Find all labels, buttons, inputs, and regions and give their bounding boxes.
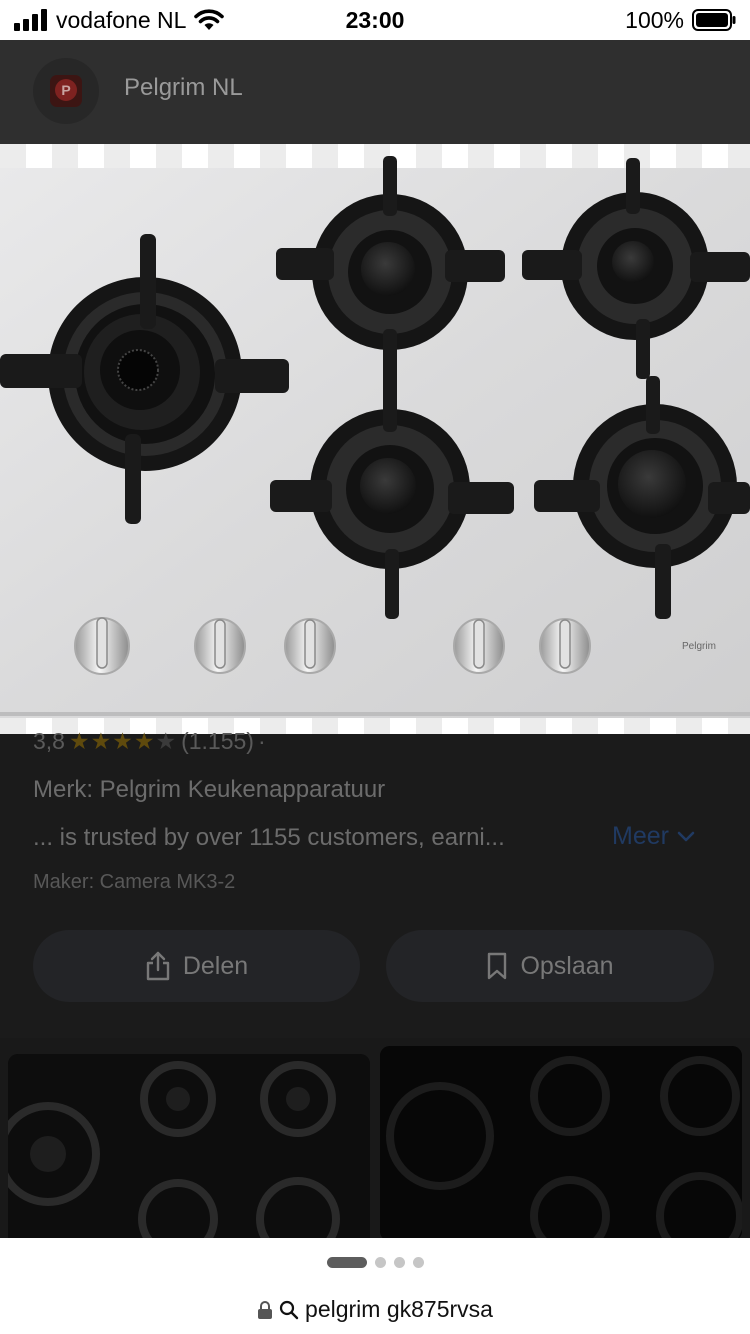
more-button[interactable]: Meer bbox=[612, 822, 695, 851]
star-rating-icon: ★★★★★ bbox=[69, 728, 177, 755]
favicon-tile: P bbox=[50, 75, 82, 107]
address-bar[interactable]: pelgrim gk875rvsa bbox=[0, 1296, 750, 1323]
page-dot[interactable] bbox=[412, 1257, 424, 1268]
description-snippet: ... is trusted by over 1155 customers, e… bbox=[33, 824, 505, 851]
save-label: Opslaan bbox=[520, 951, 614, 980]
gas-hob-photo: Pelgrim bbox=[0, 144, 750, 734]
share-icon bbox=[146, 951, 170, 981]
site-name[interactable]: Pelgrim NL bbox=[124, 74, 243, 102]
more-label: Meer bbox=[612, 822, 669, 850]
rating-row: 3,8 ★★★★★ (1.155) · bbox=[33, 728, 266, 755]
search-icon bbox=[279, 1300, 299, 1319]
related-hob-photo-2 bbox=[380, 1046, 742, 1241]
source-header: P Pelgrim NL bbox=[0, 40, 750, 144]
related-images bbox=[0, 1038, 750, 1249]
favicon-letter: P bbox=[55, 79, 77, 101]
share-button[interactable]: Delen bbox=[33, 930, 360, 1002]
maker-line: Maker: Camera MK3-2 bbox=[33, 871, 236, 893]
page-indicator bbox=[0, 1257, 750, 1268]
stars-empty: ★ bbox=[155, 728, 178, 754]
page-dot[interactable] bbox=[374, 1257, 386, 1268]
related-image-1[interactable] bbox=[8, 1054, 370, 1249]
related-hob-photo-1 bbox=[8, 1054, 370, 1249]
browser-bottom-bar: pelgrim gk875rvsa bbox=[0, 1238, 750, 1334]
rating-value: 3,8 bbox=[33, 728, 65, 754]
share-label: Delen bbox=[182, 951, 249, 980]
status-right: 100% bbox=[625, 6, 736, 34]
lock-icon bbox=[258, 1300, 273, 1319]
bookmark-icon bbox=[488, 952, 507, 980]
rating-count: (1.155) bbox=[181, 728, 254, 754]
battery-percent: 100% bbox=[625, 6, 684, 33]
stars-full: ★★★★ bbox=[68, 728, 156, 754]
page-dot-active[interactable] bbox=[326, 1257, 367, 1268]
related-image-2[interactable] bbox=[380, 1046, 742, 1241]
brand-mark: Pelgrim bbox=[682, 641, 716, 652]
brand-line: Merk: Pelgrim Keukenapparatuur bbox=[33, 776, 386, 803]
chevron-down-icon bbox=[677, 831, 695, 841]
rating-separator: · bbox=[257, 728, 266, 754]
site-favicon[interactable]: P bbox=[33, 58, 99, 124]
url-text: pelgrim gk875rvsa bbox=[305, 1296, 493, 1322]
battery-icon bbox=[692, 9, 736, 31]
product-image[interactable]: Pelgrim bbox=[0, 144, 750, 734]
page-dot[interactable] bbox=[393, 1257, 405, 1268]
image-details-panel: 3,8 ★★★★★ (1.155) · Merk: Pelgrim Keuken… bbox=[0, 728, 750, 1038]
status-bar: vodafone NL 23:00 100% bbox=[0, 0, 750, 40]
save-button[interactable]: Opslaan bbox=[386, 930, 714, 1002]
